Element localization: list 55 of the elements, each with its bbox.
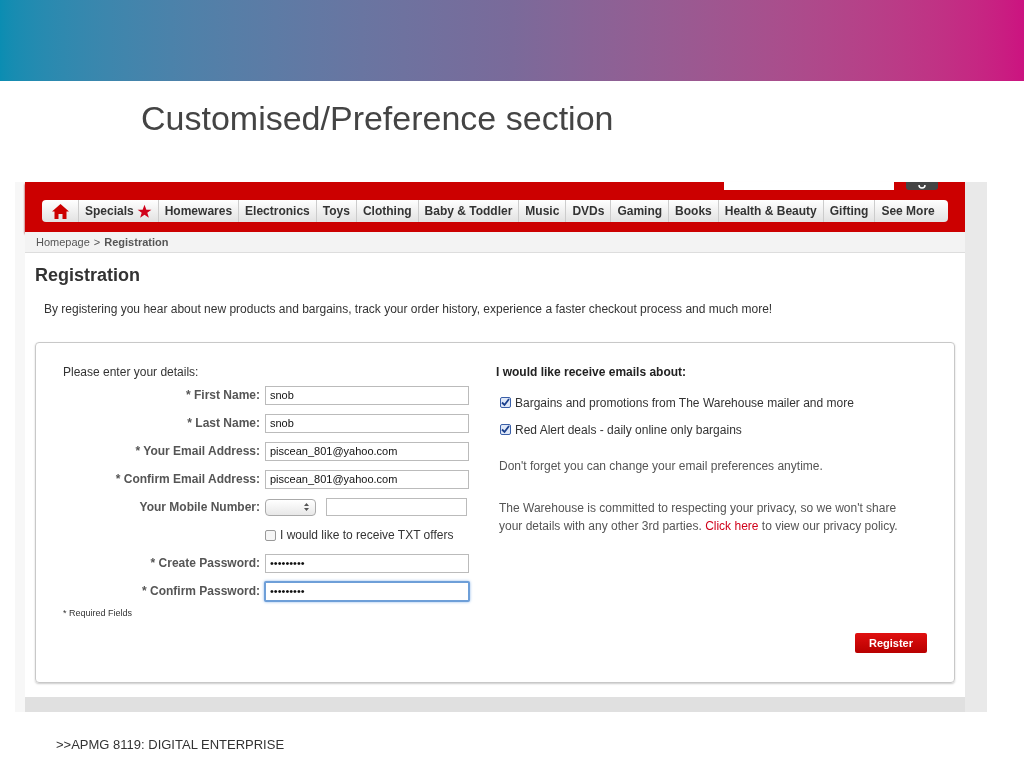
input-field[interactable]: piscean_801@yahoo.com [265,469,469,489]
star-icon [136,203,152,219]
input-field[interactable]: snob [265,385,469,405]
field-label: * Create Password: [149,555,260,572]
field-label: * Last Name: [186,415,260,432]
field-label: * First Name: [184,387,260,404]
nav-link[interactable]: See More [874,200,941,222]
input-field[interactable]: piscean_801@yahoo.com [265,441,469,461]
input-field[interactable]: snob [265,413,469,433]
input-field[interactable]: ••••••••• [264,580,470,602]
field-label: * Confirm Email Address: [114,471,260,488]
reminder-text: Don't forget you can change your email preferences anytime. [498,458,824,475]
nav-link[interactable]: Homewares [157,200,239,222]
field-label: * Your Email Address: [134,443,260,460]
checkmark-icon [501,425,510,434]
search-button[interactable] [906,182,938,190]
checkbox-label: I would like to receive TXT offers [280,527,454,544]
checkbox[interactable] [500,397,511,408]
checkmark-icon [501,398,510,407]
search-icon [917,185,927,190]
intro-text: By registering you hear about new products and bargains, track your order history, experience a faster checkout process and much more! [44,302,773,316]
breadcrumb-separator: > [93,234,101,250]
privacy-link[interactable]: Click here [705,519,759,533]
checkbox-label: Red Alert deals - daily online only bargains [515,421,742,439]
nav-link[interactable]: Electronics [238,200,316,222]
slide-footer: >>APMG 8119: DIGITAL ENTERPRISE [56,737,285,752]
nav-link[interactable]: Health & Beauty [717,200,823,222]
breadcrumb-link[interactable]: Homepage [36,233,90,251]
home-icon [51,203,69,219]
nav-link[interactable]: Gaming [610,200,669,222]
breadcrumb-link[interactable]: Registration [104,233,169,251]
input-field[interactable]: ••••••••• [265,553,469,573]
input-field[interactable] [326,498,467,516]
slide-title: Customised/Preference section [141,99,614,137]
checkbox[interactable] [265,529,276,541]
register-button[interactable]: Register [855,633,927,653]
nav-link[interactable]: Toys [315,200,356,222]
privacy-text: The Warehouse is committed to respecting your privacy, so we won't share your details with any other 3rd parties. Click here to view our privacy policy. [498,500,899,535]
required-note: * Required Fields [63,607,134,620]
nav-link[interactable]: Clothing [355,200,418,222]
updown-arrows-icon [304,503,309,511]
nav-link[interactable]: Music [518,200,566,222]
search-field[interactable] [724,182,894,190]
email-heading: I would like receive emails about: [496,364,688,381]
nav-link[interactable]: Books [668,200,718,222]
page-heading: Registration [35,265,140,285]
field-label: * Confirm Password: [140,583,260,600]
nav-link[interactable]: Gifting [822,200,875,222]
checkbox[interactable] [500,424,511,435]
field-label: Your Mobile Number: [138,499,260,516]
nav-link[interactable]: Specials [78,200,158,222]
nav-link[interactable]: DVDs [565,200,611,222]
form-heading: Please enter your details: [63,364,200,381]
checkbox-label: Bargains and promotions from The Warehouse mailer and more [515,394,854,412]
nav-link[interactable]: Baby & Toddler [417,200,519,222]
